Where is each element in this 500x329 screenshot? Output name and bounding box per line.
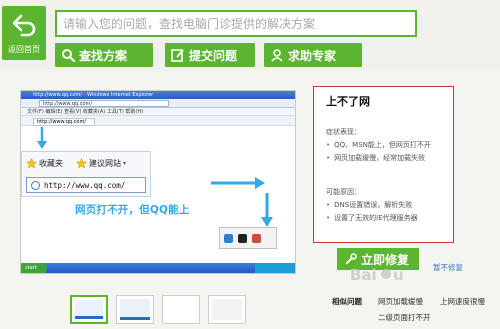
ie-address-value: http://www.qq.com/ — [39, 100, 169, 107]
start-button: start — [21, 263, 47, 273]
edit-icon — [171, 49, 184, 62]
back-arrow-icon — [12, 14, 36, 37]
thumbnail-preview — [212, 299, 242, 320]
related-link[interactable]: 二级页面打不开 — [378, 312, 431, 323]
dropdown-icon: ▾ — [123, 159, 127, 167]
suggested-sites-label: 建议网站 — [89, 158, 121, 168]
thumbnail-strip — [70, 295, 300, 329]
search-box[interactable] — [55, 10, 417, 37]
system-tray-zoom — [219, 227, 277, 249]
star-icon — [26, 157, 37, 169]
tray-network-icon — [224, 234, 233, 243]
cause-item: DNS设置错误，解析失败 — [326, 199, 418, 212]
related-title: 相似问题 — [332, 297, 362, 306]
back-home-button[interactable]: 返回首页 — [2, 6, 46, 60]
suggested-sites-icon — [76, 157, 87, 169]
causes-label: 可能原因： — [326, 188, 361, 196]
submit-question-label: 提交问题 — [189, 48, 238, 63]
ask-expert-label: 求助专家 — [288, 48, 337, 63]
ie-title-bar: http://www.qq.com/ - Windows Internet Ex… — [21, 91, 295, 99]
favorites-button: 收藏夹 — [26, 156, 63, 170]
search-icon — [62, 49, 75, 62]
thumbnail-preview — [75, 300, 103, 319]
globe-icon — [31, 180, 40, 190]
svg-text:u: u — [393, 266, 404, 284]
baidu-watermark: Bai u — [350, 266, 404, 284]
favorites-label: 收藏夹 — [39, 158, 63, 168]
screenshot-caption: 网页打不开，但QQ能上 — [75, 204, 190, 216]
suggested-sites-button: 建议网站 ▾ — [76, 156, 126, 170]
tray-speaker-icon — [252, 234, 261, 243]
diagnosis-panel: 上不了网 症状表现： QQ、MSN能上，但网页打不开 网页加载缓慢，经常加载失败… — [313, 86, 454, 243]
thumbnail-1[interactable] — [70, 295, 108, 324]
arrow-down-icon — [37, 127, 47, 149]
ie-tab: http://www.qq.com/ — [33, 118, 95, 126]
cause-item: 设置了无效的IE代理服务器 — [326, 212, 418, 225]
zoomed-address-value: http://www.qq.com/ — [44, 180, 126, 190]
symptoms-label: 症状表现： — [326, 128, 361, 136]
causes-list: DNS设置错误，解析失败 设置了无效的IE代理服务器 — [326, 199, 418, 225]
thumbnail-2[interactable] — [116, 295, 154, 324]
thumbnail-preview — [166, 299, 196, 320]
thumbnail-preview — [120, 299, 150, 320]
windows-taskbar: start — [21, 263, 295, 273]
ie-address-bar: http://www.qq.com/ — [21, 99, 295, 108]
find-solution-label: 查找方案 — [79, 48, 128, 63]
symptoms-list: QQ、MSN能上，但网页打不开 网页加载缓慢，经常加载失败 — [326, 139, 431, 165]
ask-expert-button[interactable]: 求助专家 — [264, 43, 362, 67]
find-solution-button[interactable]: 查找方案 — [55, 43, 153, 67]
zoomed-address-field: http://www.qq.com/ — [26, 177, 146, 193]
ie-menu-bar: 文件(F) 编辑(E) 查看(V) 收藏夹(A) 工具(T) 帮助(H) — [21, 108, 295, 116]
pointer-arrows-icon — [211, 177, 273, 227]
taskbar-tray — [255, 263, 295, 273]
thumbnail-3[interactable] — [162, 295, 200, 324]
symptom-item: QQ、MSN能上，但网页打不开 — [326, 139, 431, 152]
related-link[interactable]: 上网速度很慢 — [440, 296, 485, 307]
submit-question-button[interactable]: 提交问题 — [165, 43, 255, 67]
zoomed-browser-toolbar: 收藏夹 建议网站 ▾ http://www.qq.com/ — [21, 151, 151, 197]
ie-tab-strip: http://www.qq.com/ — [21, 116, 295, 126]
search-input[interactable] — [57, 12, 415, 35]
related-link[interactable]: 网页加载缓慢 — [378, 296, 423, 307]
tray-qq-icon — [238, 234, 247, 243]
ie-page-body: 收藏夹 建议网站 ▾ http://www.qq.com/ 网页打不开，但QQ能… — [21, 127, 295, 263]
svg-text:Bai: Bai — [350, 266, 377, 284]
thumbnail-4[interactable] — [208, 295, 246, 324]
back-home-label: 返回首页 — [8, 45, 40, 54]
symptom-item: 网页加载缓慢，经常加载失败 — [326, 152, 431, 165]
diagnosis-title: 上不了网 — [326, 95, 370, 108]
problem-screenshot: http://www.qq.com/ - Windows Internet Ex… — [20, 90, 296, 274]
user-icon — [271, 49, 283, 62]
